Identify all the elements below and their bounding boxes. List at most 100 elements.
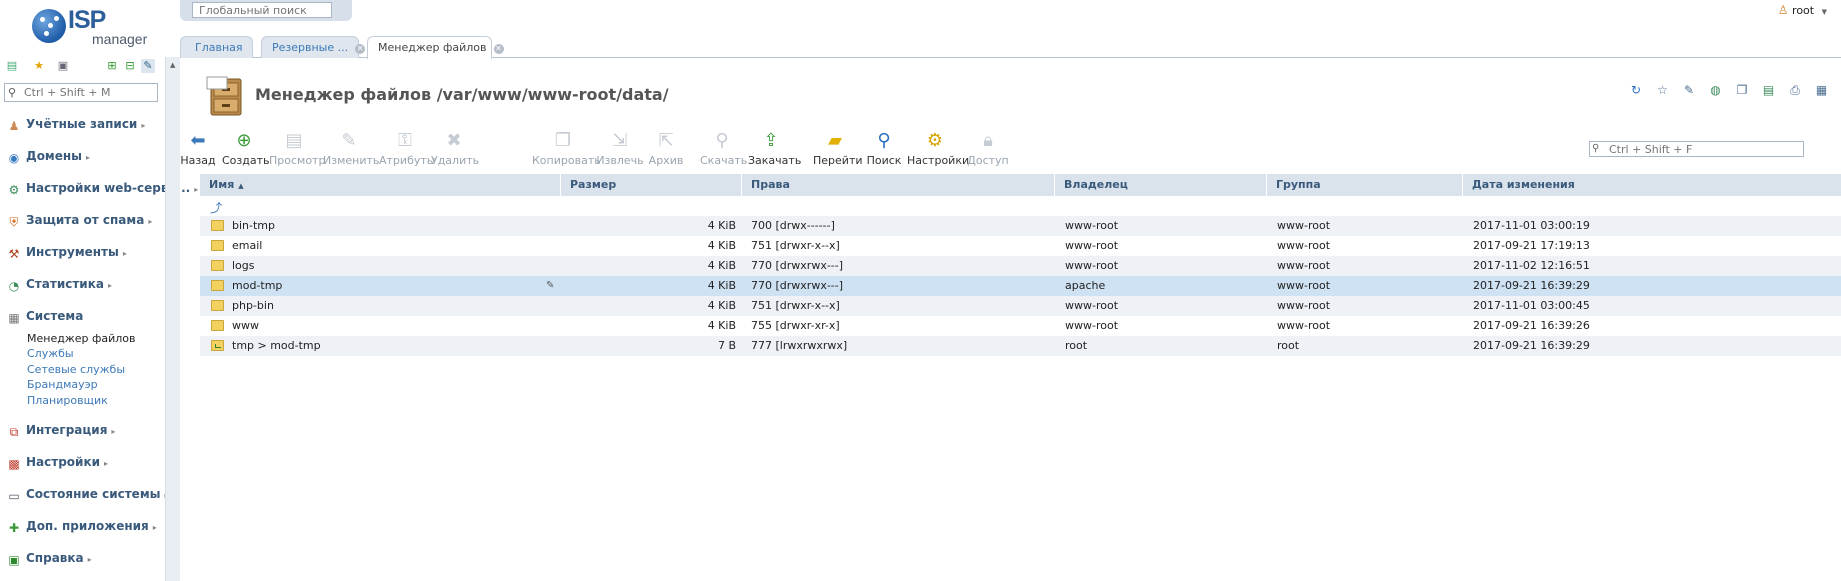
delete-button[interactable]: ✖ Удалить: [431, 130, 480, 170]
column-label: Группа: [1276, 178, 1321, 191]
chevron-right-icon: ▸: [104, 459, 109, 468]
favorites-star-icon[interactable]: ★: [32, 59, 46, 73]
cell-size: 4 KiB: [707, 219, 736, 232]
collapse-sidebar-icon[interactable]: ▲: [170, 61, 175, 69]
table-body: bin-tmp 4 KiB 700 [drwx------] www-root …: [200, 216, 1841, 356]
cell-size: 7 B: [717, 339, 736, 352]
archive-button[interactable]: ⇱ Архив: [646, 130, 686, 170]
close-tab-icon[interactable]: ✕: [493, 44, 504, 54]
refresh-icon[interactable]: ↻: [1629, 83, 1644, 98]
button-label: Доступ: [967, 154, 1009, 167]
table-row[interactable]: www 4 KiB 755 [drwxr-xr-x] www-root www-…: [200, 316, 1841, 336]
column-permissions[interactable]: Права: [742, 174, 1055, 196]
view-button[interactable]: ▤ Просмотр: [269, 130, 325, 170]
column-name[interactable]: Имя ▲: [200, 174, 561, 196]
create-button[interactable]: ⊕ Создать: [222, 130, 270, 170]
export-icon[interactable]: ▤: [1761, 83, 1776, 98]
gear-icon: ⚙: [926, 130, 944, 151]
favorite-star-icon[interactable]: ☆: [1655, 83, 1670, 98]
cell-date: 2017-11-01 03:00:19: [1473, 219, 1590, 232]
columns-settings-icon[interactable]: ▦: [1814, 83, 1829, 98]
sidebar-item-firewall[interactable]: Брандмауэр: [27, 378, 98, 391]
tab-label: Главная: [195, 41, 243, 54]
extract-button[interactable]: ⇲ Извлечь: [596, 130, 644, 170]
sidebar-search[interactable]: ⚲: [4, 83, 158, 102]
cell-group: root: [1277, 339, 1300, 352]
button-label: Поиск: [866, 154, 902, 167]
table-row-selected[interactable]: mod-tmp ✎ 4 KiB 770 [drwxrwx---] apache …: [200, 276, 1841, 296]
sidebar-section-label: Защита от спама: [26, 213, 145, 227]
filter-input[interactable]: [1609, 142, 1799, 156]
sidebar-item-services[interactable]: Службы: [27, 347, 74, 360]
sidebar-section-label: Домены: [26, 149, 83, 163]
cell-size: 4 KiB: [707, 319, 736, 332]
cell-name: tmp > mod-tmp: [232, 339, 321, 352]
pin-icon[interactable]: ✎: [141, 59, 155, 73]
history-icon[interactable]: ▣: [56, 59, 70, 73]
search-button[interactable]: ⚲ Поиск: [866, 130, 902, 170]
chevron-right-icon: ▸: [86, 153, 91, 162]
sidebar-item-file-manager[interactable]: Менеджер файлов: [27, 332, 136, 345]
column-date[interactable]: Дата изменения: [1463, 174, 1841, 196]
global-search-input[interactable]: [192, 2, 332, 18]
web-icon[interactable]: ◍: [1708, 83, 1723, 98]
menu-view-icon[interactable]: ▤: [5, 59, 19, 73]
cell-permissions: 770 [drwxrwx---]: [751, 279, 844, 292]
sidebar-search-input[interactable]: [24, 85, 154, 100]
download-button[interactable]: ⚲ Скачать: [700, 130, 747, 170]
collapse-all-icon[interactable]: ⊟: [123, 59, 137, 73]
user-menu[interactable]: ♙ root ▼: [1778, 3, 1827, 19]
column-size[interactable]: Размер: [561, 174, 742, 196]
folder-icon: [211, 300, 224, 311]
edit-button[interactable]: ✎ Изменить: [323, 130, 379, 170]
back-button[interactable]: ⬅ Назад: [178, 130, 218, 170]
edit-pencil-icon[interactable]: ✎: [546, 276, 554, 296]
copy-button[interactable]: ❐ Копировать: [532, 130, 601, 170]
table-row[interactable]: bin-tmp 4 KiB 700 [drwx------] www-root …: [200, 216, 1841, 236]
column-label: Владелец: [1064, 178, 1128, 191]
parent-folder-icon: ⤴: [210, 201, 223, 215]
monitor-icon: ▭: [8, 489, 20, 503]
sidebar-item-scheduler[interactable]: Планировщик: [27, 394, 108, 407]
users-icon: ♟: [8, 119, 20, 133]
cell-name: bin-tmp: [232, 219, 275, 232]
folder-icon: [211, 260, 224, 271]
access-button[interactable]: 🔒︎ Доступ: [966, 130, 1010, 170]
table-filter[interactable]: ⚲: [1589, 141, 1804, 157]
column-label: Права: [751, 178, 790, 191]
tab-file-manager[interactable]: Менеджер файлов ✕: [367, 36, 504, 59]
column-label: Дата изменения: [1472, 178, 1575, 191]
main-content: Менеджер файлов /var/www/www-root/data/ …: [180, 58, 1841, 581]
pin-icon[interactable]: ✎: [1682, 83, 1697, 98]
expand-all-icon[interactable]: ⊞: [105, 59, 119, 73]
cell-group: www-root: [1277, 299, 1331, 312]
column-owner[interactable]: Владелец: [1055, 174, 1267, 196]
create-icon: ⊕: [236, 130, 252, 151]
table-row[interactable]: tmp > mod-tmp 7 B 777 [lrwxrwxrwx] root …: [200, 336, 1841, 356]
button-label: Перейти: [813, 154, 863, 167]
sidebar-section-label: Справка: [26, 551, 84, 565]
upload-button[interactable]: ⇪ Закачать: [748, 130, 801, 170]
column-group[interactable]: Группа: [1267, 174, 1463, 196]
table-row[interactable]: logs 4 KiB 770 [drwxrwx---] www-root www…: [200, 256, 1841, 276]
table-row[interactable]: email 4 KiB 751 [drwxr-x--x] www-root ww…: [200, 236, 1841, 256]
table-row[interactable]: php-bin 4 KiB 751 [drwxr-x--x] www-root …: [200, 296, 1841, 316]
parent-directory-row[interactable]: ⤴: [200, 196, 1841, 216]
print-icon[interactable]: ⎙: [1788, 83, 1803, 98]
button-label: Копировать: [532, 154, 601, 167]
view-icon: ▤: [285, 130, 303, 151]
go-button[interactable]: ▰ Перейти: [813, 130, 863, 170]
button-label: Создать: [222, 154, 270, 167]
tab-backups[interactable]: Резервные ... ✕: [261, 36, 366, 58]
settings-button[interactable]: ⚙ Настройки: [907, 130, 969, 170]
sidebar-section-label: Инструменты: [26, 245, 119, 259]
tab-home[interactable]: Главная: [180, 36, 253, 58]
button-label: Назад: [180, 154, 216, 167]
button-label: Удалить: [431, 154, 480, 167]
edit-icon: ✎: [341, 130, 357, 151]
sidebar-item-network-services[interactable]: Сетевые службы: [27, 363, 125, 376]
copy-page-icon[interactable]: ❐: [1735, 83, 1750, 98]
attributes-button[interactable]: ⚿ Атрибуты: [379, 130, 435, 170]
logo[interactable]: ISP manager: [30, 6, 147, 48]
close-tab-icon[interactable]: ✕: [355, 44, 366, 54]
